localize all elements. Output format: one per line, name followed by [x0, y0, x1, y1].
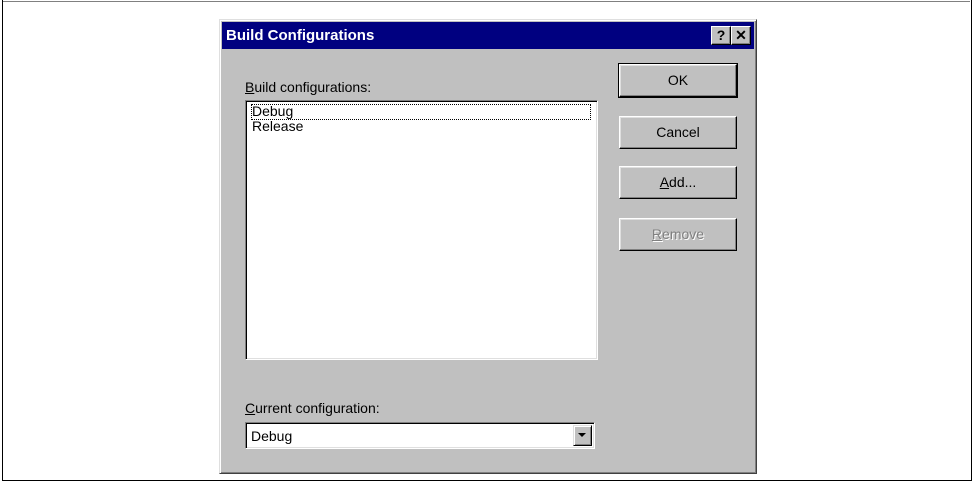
remove-button[interactable]: Remove: [619, 218, 737, 251]
build-configurations-label: Build configurations:: [245, 79, 371, 95]
dialog-title: Build Configurations: [226, 27, 375, 44]
build-configurations-list[interactable]: Debug Release: [245, 100, 598, 360]
dropdown-button[interactable]: [573, 425, 592, 446]
build-configurations-dialog: Build Configurations ? ✕ Build configura…: [219, 19, 757, 474]
mnemonic-a: A: [659, 174, 670, 190]
chevron-down-icon: [578, 433, 586, 437]
list-item-release[interactable]: Release: [251, 119, 304, 135]
current-configuration-value: Debug: [251, 428, 293, 444]
current-configuration-label: Current configuration:: [245, 400, 380, 416]
add-button[interactable]: Add...: [619, 166, 737, 199]
add-button-label: dd...: [669, 174, 697, 190]
help-button[interactable]: ?: [711, 26, 731, 45]
title-bar[interactable]: Build Configurations ? ✕: [222, 22, 754, 49]
cancel-button[interactable]: Cancel: [619, 116, 737, 149]
remove-button-label: emove: [662, 226, 705, 242]
mnemonic-c: C: [245, 400, 256, 416]
mnemonic-r: R: [651, 226, 663, 242]
label-text: uild configurations:: [254, 79, 372, 95]
current-configuration-select[interactable]: Debug: [245, 422, 595, 449]
label-text: urrent configuration:: [255, 400, 380, 416]
ok-button[interactable]: OK: [618, 63, 738, 98]
mnemonic-b: B: [245, 79, 255, 95]
help-icon: ?: [716, 27, 726, 43]
close-icon: ✕: [735, 27, 747, 43]
close-button[interactable]: ✕: [731, 26, 751, 45]
